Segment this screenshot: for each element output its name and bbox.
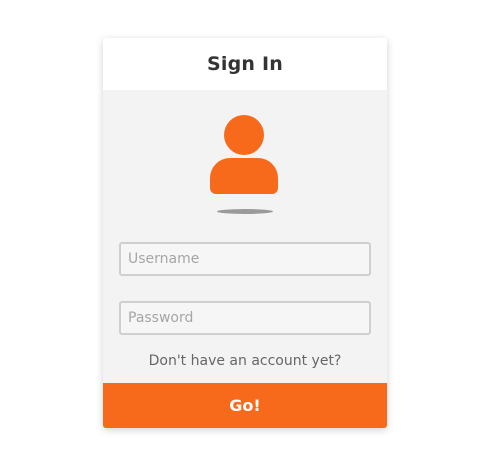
signup-link[interactable]: Don't have an account yet? <box>103 353 387 369</box>
avatar-head <box>224 115 264 155</box>
user-avatar-icon <box>103 90 387 220</box>
password-field[interactable] <box>119 301 371 335</box>
username-field[interactable] <box>119 242 371 276</box>
go-button[interactable]: Go! <box>103 383 387 428</box>
page-title: Sign In <box>207 53 283 75</box>
avatar-body <box>210 158 278 194</box>
sign-in-card: Sign In Don't have an account yet? Go! <box>103 38 387 428</box>
avatar-shadow <box>217 209 273 214</box>
card-header: Sign In <box>103 38 387 90</box>
